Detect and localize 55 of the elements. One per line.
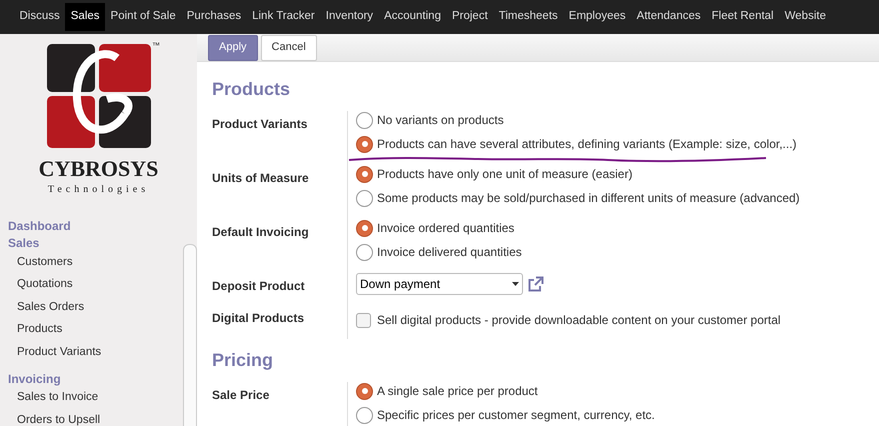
menu-tab[interactable]: Link Tracker xyxy=(246,3,320,31)
radio-button[interactable] xyxy=(356,136,373,152)
setting-label: Sale Price xyxy=(212,388,270,402)
menu-tab[interactable]: Employees xyxy=(563,3,632,31)
radio-button[interactable] xyxy=(356,112,373,128)
radio-button[interactable] xyxy=(356,382,373,400)
sidebar-item[interactable]: Orders to Upsell xyxy=(8,409,100,426)
menu-tab[interactable]: Attendances xyxy=(631,3,706,31)
menu-tab[interactable]: Inventory xyxy=(320,3,379,31)
scrollbar[interactable] xyxy=(183,244,197,426)
radio-button[interactable] xyxy=(356,406,373,424)
sidebar-item[interactable]: Sales to Invoice xyxy=(8,386,98,409)
setting-label: Default Invoicing xyxy=(212,225,309,239)
radio-button[interactable] xyxy=(356,244,373,260)
option-label: Invoice ordered quantities xyxy=(377,220,514,237)
menu-tab[interactable]: Timesheets xyxy=(493,3,564,31)
logo-name: CYBROSYS xyxy=(38,156,158,182)
radio-button[interactable] xyxy=(356,190,373,206)
setting-label: Product Variants xyxy=(212,117,308,131)
caret-icon xyxy=(512,282,519,286)
menu-tab[interactable]: Sales xyxy=(65,3,106,31)
sidebar-item[interactable]: Products xyxy=(8,318,62,341)
setting-label: Units of Measure xyxy=(212,171,309,185)
menu-tab[interactable]: Purchases xyxy=(181,3,247,31)
setting-label: Digital Products xyxy=(212,311,304,325)
section-title: Products xyxy=(212,78,292,101)
sidebar-item[interactable]: Sales Orders xyxy=(8,296,84,318)
sidebar-item[interactable]: Customers xyxy=(8,251,73,274)
menu-tab[interactable]: Discuss xyxy=(14,3,66,31)
menu-tab[interactable]: Point of Sale xyxy=(105,3,182,31)
menu-tab[interactable]: Website xyxy=(779,3,832,31)
option-label: Products have only one unit of measure (easier) xyxy=(377,166,632,183)
checkbox[interactable] xyxy=(356,312,371,328)
option-label: A single sale price per product xyxy=(377,383,538,400)
external-link-icon[interactable] xyxy=(527,276,544,292)
action-button[interactable]: Apply xyxy=(208,34,258,60)
trademark: ™ xyxy=(152,40,160,52)
option-label: Specific prices per customer segment, currency, etc. xyxy=(377,407,655,424)
menu-tab[interactable]: Fleet Rental xyxy=(706,3,780,31)
sidebar-item[interactable]: Quotations xyxy=(8,274,73,296)
radio-button[interactable] xyxy=(356,220,373,236)
section-title: Pricing xyxy=(212,349,274,372)
checkbox-label: Sell digital products - provide downloadable content on your customer portal xyxy=(377,312,781,329)
radio-button[interactable] xyxy=(356,166,373,182)
menu-tab[interactable]: Project xyxy=(446,3,494,31)
setting-label: Deposit Product xyxy=(212,279,305,293)
option-label: No variants on products xyxy=(377,112,504,129)
menu-tab[interactable]: Accounting xyxy=(378,3,446,31)
option-label: Invoice delivered quantities xyxy=(377,244,522,261)
sidebar-item[interactable]: Product Variants xyxy=(8,341,102,364)
dropdown-field[interactable]: Down payment xyxy=(356,273,523,295)
option-label: Products can have several attributes, defining variants (Example: size, color,...) xyxy=(377,136,797,153)
action-button[interactable]: Cancel xyxy=(260,34,317,60)
option-label: Some products may be sold/purchased in different units of measure (advanced) xyxy=(377,190,800,207)
logo-tagline: Technologies xyxy=(48,183,150,197)
